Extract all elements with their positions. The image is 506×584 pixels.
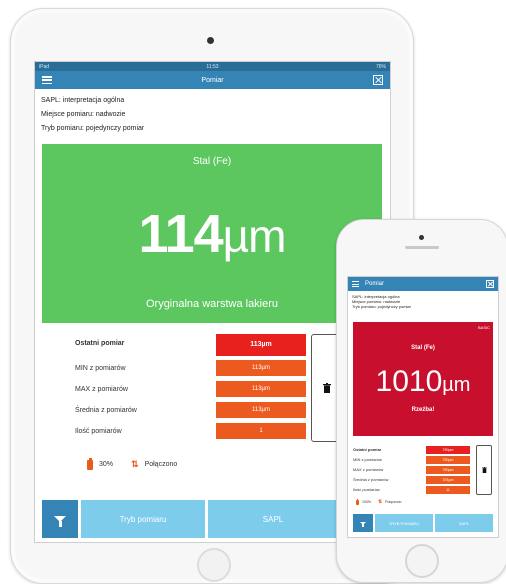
info-location: Miejsce pomiaru: nadwozie <box>41 111 126 118</box>
result-value: 114µm <box>42 204 382 266</box>
battery-icon <box>356 498 359 505</box>
filter-button[interactable] <box>42 500 78 538</box>
trash-icon <box>481 467 487 473</box>
device-status: 100% ⇅ Połączono <box>356 498 402 505</box>
stat-value: 113µm <box>216 334 306 356</box>
tablet-home-button[interactable] <box>197 548 231 582</box>
connection-icon: ⇅ <box>377 499 383 505</box>
info-sapl: SAPL: interpretacja ogólna <box>41 97 125 104</box>
stat-row-min: MIN z pomiarów 790µm <box>353 455 471 465</box>
result-unit: µm <box>442 374 471 396</box>
phone-device: Pomiar SAPL: interpretacja ogólna Miejsc… <box>336 219 506 583</box>
result-description: Rzeźba! <box>411 407 435 413</box>
stat-value: 113µm <box>216 381 306 397</box>
result-value: 1010µm <box>353 364 493 403</box>
stat-label: Ilość pomiarów <box>353 487 380 492</box>
connection-status: Połączono <box>385 500 402 504</box>
stat-value: 790µm <box>426 466 470 474</box>
phone-camera <box>419 235 424 240</box>
result-panel: BASIC Stal (Fe) 1010µm Rzeźba! <box>353 322 493 436</box>
stat-value: 1 <box>216 423 306 439</box>
stat-value: 113µm <box>216 360 306 376</box>
page-title: Pomiar <box>201 76 224 84</box>
stat-label: MAX z pomiarów <box>75 386 128 393</box>
stat-row-average: Średnia z pomiarów 113µm <box>75 401 310 422</box>
info-mode: Tryb pomiaru: pojedynczy pomiar <box>41 125 145 132</box>
stat-row-average: Średnia z pomiarów 374µm <box>353 475 471 485</box>
stat-label: MAX z pomiarów <box>353 467 384 472</box>
sapl-button[interactable]: SAPL <box>435 514 493 532</box>
phone-speaker <box>405 246 439 249</box>
status-bar: iPad 11:53 76% <box>35 62 390 71</box>
battery-level: 30% <box>99 461 114 468</box>
battery-icon <box>87 457 93 470</box>
nav-bar: Pomiar <box>35 71 390 89</box>
trash-icon <box>323 383 331 393</box>
battery-level: 100% <box>362 500 371 504</box>
stat-row-count: Ilość pomiarów 1 <box>75 422 310 443</box>
stat-label: Ostatni pomiar <box>353 447 382 452</box>
filter-button[interactable] <box>353 514 373 532</box>
stat-value: 790µm <box>426 456 470 464</box>
stat-row-max: MAX z pomiarów 790µm <box>353 465 471 475</box>
fullscreen-icon[interactable] <box>486 280 494 288</box>
stat-row-count: Ilość pomiarów 11 <box>353 485 471 495</box>
stat-label: MIN z pomiarów <box>75 365 126 372</box>
status-battery: 76% <box>375 63 386 70</box>
tablet-camera <box>207 37 214 44</box>
stat-row-min: MIN z pomiarów 113µm <box>75 359 310 380</box>
page-title: Pomiar <box>365 281 385 287</box>
stat-value: 790µm <box>426 446 470 454</box>
result-unit: µm <box>222 210 287 262</box>
result-panel: Stal (Fe) 114µm Oryginalna warstwa lakie… <box>42 144 382 323</box>
measurement-mode-button[interactable]: Tryb pomiaru <box>81 500 205 538</box>
menu-icon[interactable] <box>42 76 52 84</box>
stats-list: Ostatni pomiar 790µm MIN z pomiarów 790µ… <box>353 445 471 495</box>
stat-label: Ostatni pomiar <box>75 340 125 347</box>
stat-label: Średnia z pomiarów <box>353 477 389 482</box>
fullscreen-icon[interactable] <box>373 75 383 85</box>
sapl-button[interactable]: SAPL <box>208 500 338 538</box>
nav-bar: Pomiar <box>348 277 498 291</box>
stat-value: 113µm <box>216 402 306 418</box>
delete-measurements-button[interactable] <box>476 445 492 495</box>
material-label: Stal (Fe) <box>411 345 435 351</box>
result-number: 114 <box>138 204 224 264</box>
stat-row-last: Ostatni pomiar 113µm <box>75 334 310 359</box>
measurement-info: SAPL: interpretacja ogólna Miejsce pomia… <box>35 89 390 136</box>
stat-label: Ilość pomiarów <box>75 428 122 435</box>
stat-row-last: Ostatni pomiar 790µm <box>353 445 471 455</box>
status-time: 11:53 <box>206 63 219 70</box>
stat-row-max: MAX z pomiarów 113µm <box>75 380 310 401</box>
plan-badge: BASIC <box>477 325 490 330</box>
info-mode: Tryb pomiaru: pojedynczy pomiar <box>352 304 411 309</box>
measurement-mode-button[interactable]: TRYB POMIARU <box>375 514 433 532</box>
result-number: 1010 <box>375 365 443 398</box>
device-status: 30% ⇅ Połączono <box>87 457 178 470</box>
stats-list: Ostatni pomiar 113µm MIN z pomiarów 113µ… <box>75 334 310 443</box>
bottom-toolbar: TRYB POMIARU SAPL <box>353 514 493 532</box>
stat-value: 374µm <box>426 476 470 484</box>
connection-icon: ⇅ <box>131 459 139 469</box>
phone-home-button[interactable] <box>405 544 439 578</box>
phone-screen: Pomiar SAPL: interpretacja ogólna Miejsc… <box>347 276 499 538</box>
connection-status: Połączono <box>144 461 178 468</box>
menu-icon[interactable] <box>352 281 359 287</box>
status-carrier: iPad <box>39 63 50 70</box>
stat-label: Średnia z pomiarów <box>75 407 137 414</box>
funnel-icon <box>54 516 66 527</box>
stat-label: MIN z pomiarów <box>353 457 382 462</box>
result-description: Oryginalna warstwa lakieru <box>145 298 279 310</box>
material-label: Stal (Fe) <box>192 156 232 167</box>
stat-value: 11 <box>426 486 470 494</box>
funnel-icon <box>360 521 366 527</box>
measurement-info: SAPL: interpretacja ogólna Miejsce pomia… <box>348 291 498 309</box>
